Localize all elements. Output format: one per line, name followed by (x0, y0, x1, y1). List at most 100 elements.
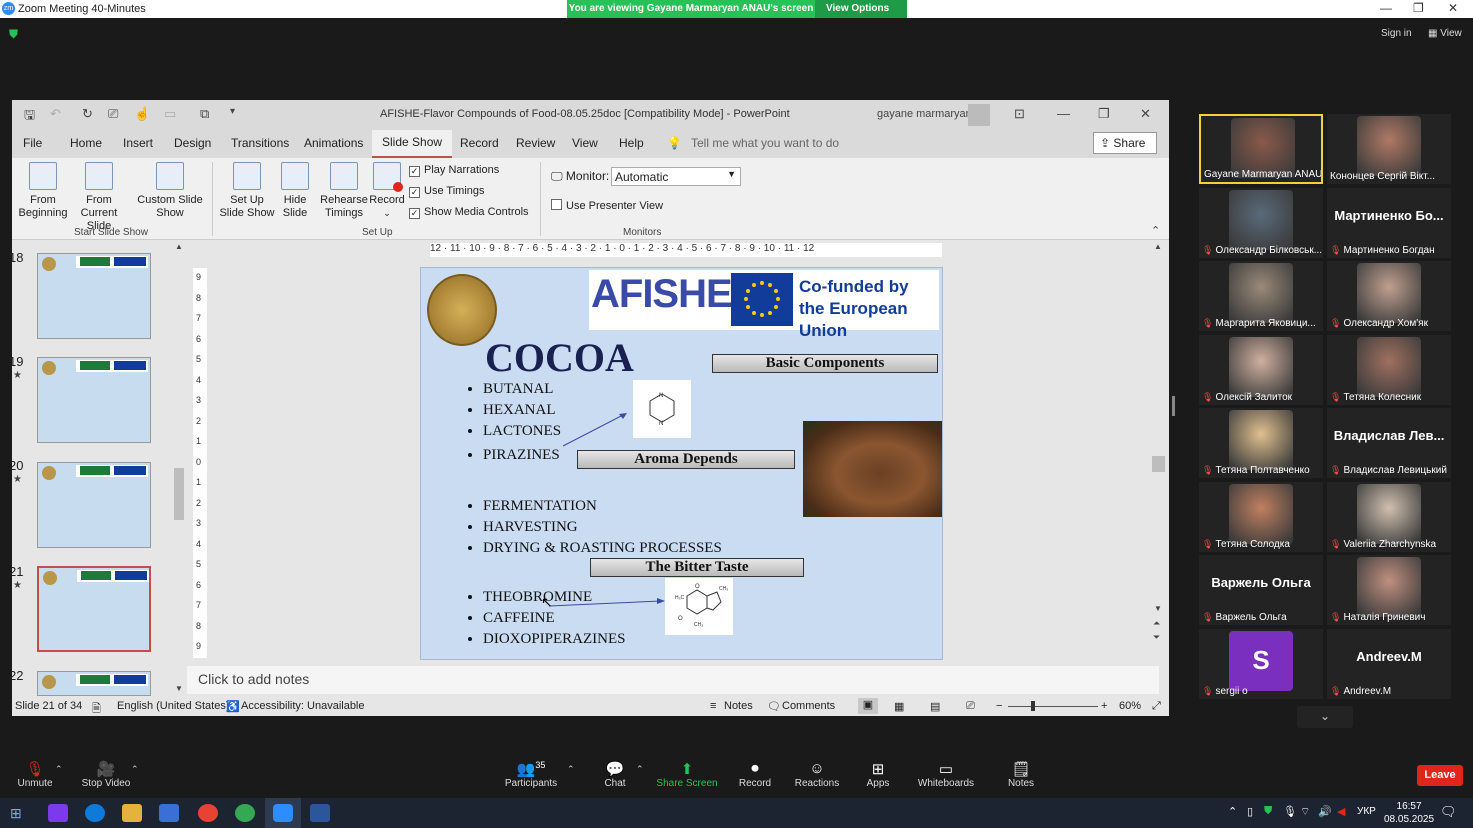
slideshow-start-icon[interactable]: ⎚ (108, 106, 118, 122)
tab-home[interactable]: Home (70, 136, 102, 150)
tab-insert[interactable]: Insert (123, 136, 153, 150)
shield-icon[interactable]: ⛊ (9, 27, 21, 41)
zoom-taskbar-active[interactable] (265, 798, 301, 828)
video-options-icon[interactable]: ⌃ (131, 764, 139, 775)
participant-tile[interactable]: 🎙 Олександр Білковськ... (1199, 187, 1323, 258)
minimize-icon[interactable]: — (1380, 1, 1392, 15)
chrome-icon[interactable] (198, 804, 218, 822)
tab-design[interactable]: Design (174, 136, 211, 150)
tab-animations[interactable]: Animations (304, 136, 363, 150)
audio-options-icon[interactable]: ⌃ (55, 764, 63, 775)
chrome-profile-icon[interactable] (235, 804, 255, 822)
rehearse-timings-button[interactable]: Rehearse Timings (318, 162, 370, 220)
share-button[interactable]: ⇪ Share ⌄ (1093, 132, 1157, 164)
slide-canvas[interactable]: AFISHE Co-funded by the European Union C… (420, 267, 943, 660)
scroll-up-icon[interactable]: ▲ (175, 242, 183, 251)
shape-icon[interactable]: ▭ (164, 106, 176, 122)
participant-tile[interactable]: 🎙 Valeriia Zharchynska (1327, 481, 1451, 552)
comments-toggle[interactable]: Comments (782, 700, 835, 712)
tab-help[interactable]: Help (619, 136, 644, 150)
zoom-slider[interactable] (1008, 706, 1098, 707)
close-icon[interactable]: ✕ (1448, 1, 1458, 15)
slideshow-view-icon[interactable]: ⎚ (966, 700, 975, 713)
participant-tile[interactable]: 🎙 Тетяна Полтавченко (1199, 408, 1323, 478)
from-beginning-button[interactable]: From Beginning (18, 162, 68, 220)
scrollbar-thumb[interactable] (174, 468, 184, 520)
zoom-level[interactable]: 60% (1119, 700, 1141, 712)
share-screen-button[interactable]: ⬆ Share Screen (652, 760, 722, 789)
windows-start-icon[interactable]: ⊞ (10, 805, 22, 822)
view-button[interactable]: ▦ View (1428, 28, 1462, 39)
participant-tile[interactable]: 🎙 Тетяна Колесник (1327, 334, 1451, 405)
zoom-out-icon[interactable]: − (996, 700, 1002, 712)
monitor-select[interactable]: Automatic ▼ (611, 167, 741, 186)
participant-tile[interactable]: Мартиненко Бо... 🎙 Мартиненко Богдан (1327, 187, 1451, 258)
apps-button[interactable]: ⊞ Apps (843, 760, 913, 789)
notes-pane[interactable]: Click to add notes (187, 666, 1159, 694)
ppt-close-icon[interactable]: ✕ (1140, 106, 1151, 122)
view-options-button[interactable]: View Options ⌄ (815, 0, 907, 31)
normal-view-icon[interactable]: ▣ (858, 698, 878, 714)
zoom-in-icon[interactable]: + (1101, 700, 1107, 712)
slide-thumbnail-19[interactable] (37, 357, 151, 443)
slide-scrollbar[interactable]: ▲ ▼ ⏶ ⏷ (1150, 240, 1167, 696)
scroll-up-icon[interactable]: ▲ (1154, 242, 1162, 251)
tray-alert-icon[interactable]: ◀ (1337, 805, 1345, 818)
file-explorer-icon[interactable] (122, 804, 142, 822)
notifications-icon[interactable]: 🗨 (1440, 804, 1457, 820)
ppt-user-name[interactable]: gayane marmaryan (877, 108, 972, 120)
maximize-icon[interactable]: ❐ (1413, 1, 1424, 15)
participants-button[interactable]: 👥35 Participants (496, 760, 566, 789)
gallery-next-page-icon[interactable]: ⌄ (1297, 706, 1353, 728)
participant-tile[interactable]: 🎙 Олексій Залиток (1199, 334, 1323, 405)
participant-tile[interactable]: 🎙 Маргарита Яковици... (1199, 261, 1323, 331)
tray-chevron-icon[interactable]: ⌃ (1228, 805, 1237, 818)
slide-thumbnail-22[interactable] (37, 671, 151, 696)
wifi-icon[interactable]: ⌔ (1300, 805, 1310, 819)
tray-security-icon[interactable]: ⛊ (1264, 805, 1272, 818)
language-indicator[interactable]: English (United States) (117, 700, 230, 712)
show-media-controls-checkbox[interactable]: ✓ Show Media Controls (409, 206, 529, 219)
ppt-restore-icon[interactable]: ❐ (1098, 106, 1110, 122)
custom-slide-show-button[interactable]: Custom Slide Show (136, 162, 204, 220)
volume-icon[interactable]: 🔊 (1318, 805, 1332, 818)
present-icon[interactable]: ⧉ (200, 106, 209, 122)
participant-tile[interactable]: Gayane Marmaryan ANAU (1199, 114, 1323, 184)
play-narrations-checkbox[interactable]: ✓ Play Narrations (409, 164, 499, 177)
spell-check-icon[interactable]: 🗎 (92, 700, 101, 719)
from-current-slide-button[interactable]: From Current Slide (68, 162, 130, 233)
tab-transitions[interactable]: Transitions (231, 136, 289, 150)
zoom-slider-thumb[interactable] (1031, 701, 1035, 711)
reactions-button[interactable]: ☺ Reactions (782, 760, 852, 789)
pane-resize-handle[interactable] (1172, 396, 1175, 416)
notes-toggle[interactable]: Notes (724, 700, 753, 712)
keyboard-language[interactable]: УКР (1357, 806, 1376, 817)
tab-review[interactable]: Review (516, 136, 555, 150)
fit-to-window-icon[interactable]: ⤢ (1152, 700, 1161, 713)
participant-tile[interactable]: Варжель Ольга 🎙 Варжель Ольга (1199, 555, 1323, 625)
participant-tile[interactable]: Кононцев Сергій Вікт... (1327, 114, 1451, 184)
use-timings-checkbox[interactable]: ✓ Use Timings (409, 185, 485, 198)
leave-button[interactable]: Leave (1417, 765, 1463, 786)
customize-qat-icon[interactable]: ▾ (230, 106, 235, 117)
hide-slide-button[interactable]: Hide Slide (278, 162, 312, 220)
participant-tile[interactable]: Andreev.M 🎙 Andreev.M (1327, 628, 1451, 699)
participant-tile[interactable]: 🎙 Наталія Гриневич (1327, 555, 1451, 625)
use-presenter-view-checkbox[interactable]: Use Presenter View (551, 199, 663, 212)
edge-icon[interactable] (85, 804, 105, 822)
record-slide-show-button[interactable]: Record ⌄ (368, 162, 406, 220)
tab-file[interactable]: File (23, 136, 42, 150)
scrollbar-thumb[interactable] (1152, 456, 1165, 472)
media-player-icon[interactable] (159, 804, 179, 822)
participants-options-icon[interactable]: ⌃ (567, 764, 575, 775)
touch-mode-icon[interactable]: ☝ (134, 106, 150, 122)
tab-slide-show[interactable]: Slide Show (372, 130, 453, 158)
undo-icon[interactable]: ↶ (50, 106, 61, 122)
previous-slide-icon[interactable]: ⏶ (1153, 618, 1160, 629)
slide-thumbnail-18[interactable] (37, 253, 151, 339)
redo-icon[interactable]: ↻ (82, 106, 93, 122)
participant-tile[interactable]: 🎙 Тетяна Солодка (1199, 481, 1323, 552)
save-icon[interactable]: 🖫 (24, 106, 35, 128)
tell-me-input[interactable]: Tell me what you want to do (691, 136, 839, 150)
collapse-ribbon-icon[interactable]: ⌃ (1151, 224, 1160, 237)
